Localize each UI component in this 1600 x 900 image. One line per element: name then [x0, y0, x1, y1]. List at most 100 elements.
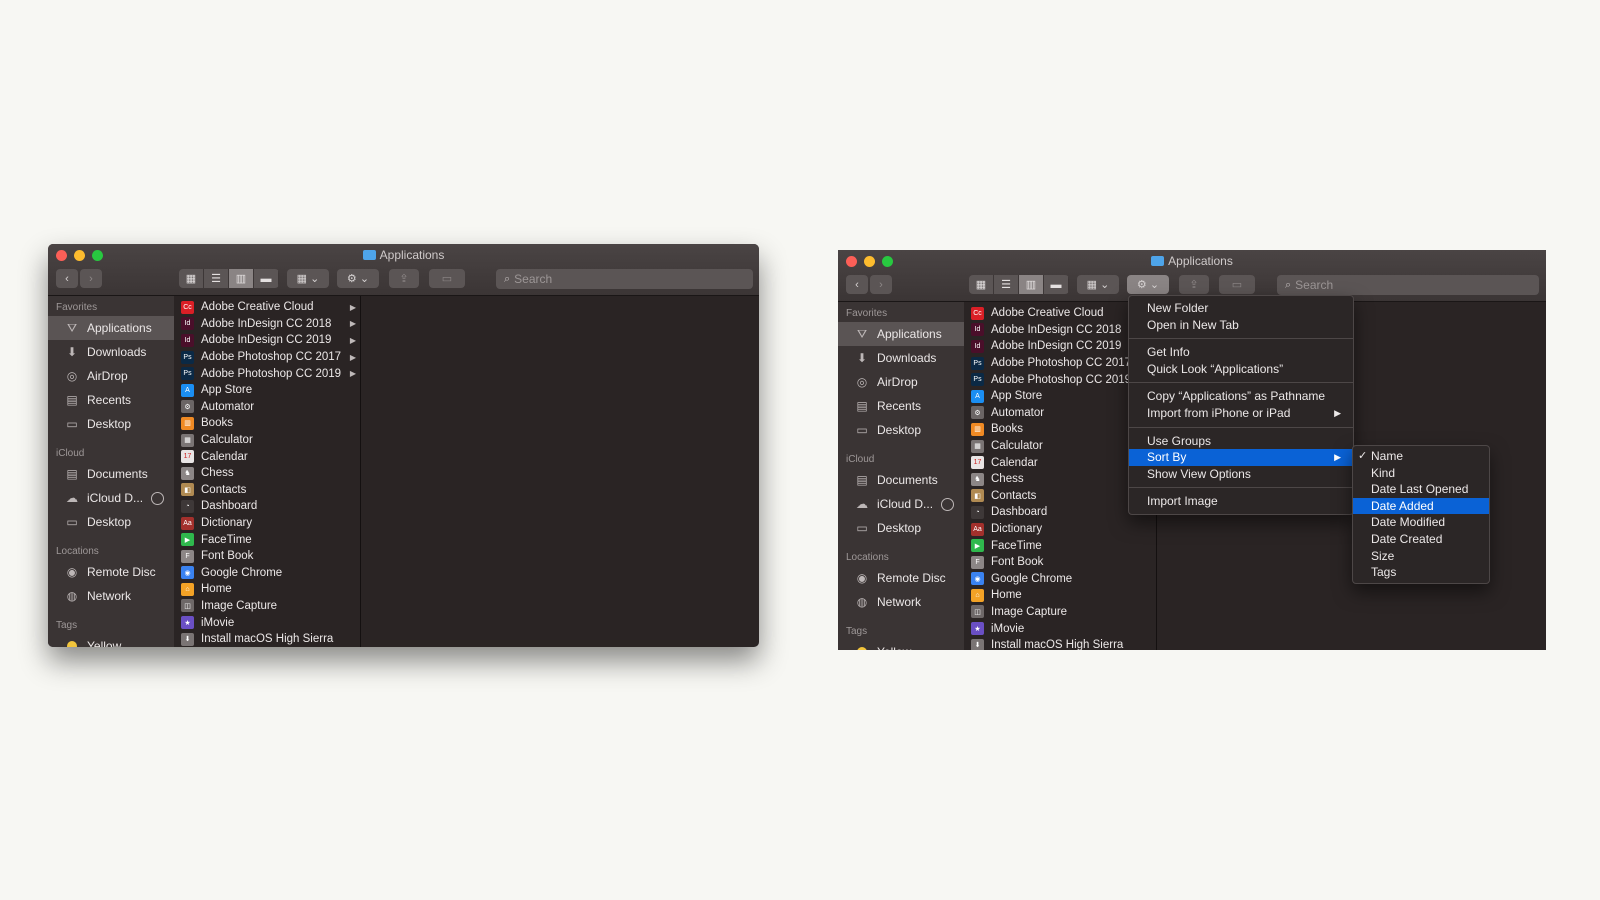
search-input[interactable]: ⌕ Search	[1277, 275, 1539, 295]
sidebar-item-icloud-d[interactable]: ☁ iCloud D...	[48, 486, 174, 510]
sort-option-kind[interactable]: Kind	[1353, 465, 1489, 482]
menu-item-new-folder[interactable]: New Folder	[1129, 300, 1353, 317]
sidebar-item-documents[interactable]: ▤ Documents	[48, 462, 174, 486]
menu-item-import-image[interactable]: Import Image	[1129, 493, 1353, 510]
sidebar-item-airdrop[interactable]: ◎ AirDrop	[48, 364, 174, 388]
file-row[interactable]: ◫ Image Capture	[175, 598, 360, 615]
file-row[interactable]: Cc Adobe Creative Cloud ▶	[175, 299, 360, 316]
file-row[interactable]: ▶ FaceTime	[965, 537, 1156, 554]
sidebar-item-icloud-d[interactable]: ☁ iCloud D...	[838, 492, 964, 516]
action-gear-button[interactable]: ⚙ ⌄	[1127, 275, 1169, 294]
sidebar-item-downloads[interactable]: ⬇ Downloads	[838, 346, 964, 370]
sidebar-item-desktop[interactable]: ▭ Desktop	[48, 510, 174, 534]
sort-option-tags[interactable]: Tags	[1353, 564, 1489, 581]
gallery-view-icon[interactable]: ▬	[254, 269, 279, 288]
share-button[interactable]: ⇪	[1179, 275, 1209, 294]
sidebar-item-recents[interactable]: ▤ Recents	[838, 394, 964, 418]
icon-view-icon[interactable]: ▦	[969, 275, 994, 294]
file-row[interactable]: A App Store	[175, 382, 360, 399]
sidebar-item-applications[interactable]: ⛛ Applications	[838, 322, 964, 346]
file-row[interactable]: ▦ Calculator	[175, 432, 360, 449]
file-row[interactable]: ◉ Google Chrome	[965, 571, 1156, 588]
menu-item-sort-by[interactable]: Sort By ▶	[1129, 449, 1353, 466]
file-row[interactable]: Aa Dictionary	[175, 515, 360, 532]
file-row[interactable]: ◔ Dashboard	[175, 498, 360, 515]
file-row[interactable]: ⌂ Home	[175, 581, 360, 598]
list-view-icon[interactable]: ☰	[204, 269, 229, 288]
file-name: Adobe InDesign CC 2019	[991, 340, 1122, 353]
menu-item-get-info[interactable]: Get Info	[1129, 344, 1353, 361]
file-row[interactable]: Aa Dictionary	[965, 521, 1156, 538]
menu-item-label: Import from iPhone or iPad	[1147, 405, 1291, 420]
file-row[interactable]: F Font Book	[965, 554, 1156, 571]
file-row[interactable]: ⬇ Install macOS High Sierra	[175, 631, 360, 647]
sidebar-item-documents[interactable]: ▤ Documents	[838, 468, 964, 492]
action-gear-button[interactable]: ⚙ ⌄	[337, 269, 379, 288]
menu-item-import-from-iphone-or-ipad[interactable]: Import from iPhone or iPad ▶	[1129, 405, 1353, 422]
disclosure-arrow-icon: ▶	[349, 369, 356, 379]
list-view-icon[interactable]: ☰	[994, 275, 1019, 294]
sort-option-name[interactable]: ✓ Name	[1353, 448, 1489, 465]
sidebar-item-yellow[interactable]: Yellow	[48, 634, 174, 647]
menu-item-use-groups[interactable]: Use Groups	[1129, 433, 1353, 450]
column-view-icon[interactable]: ▥	[1019, 275, 1044, 294]
gallery-view-icon[interactable]: ▬	[1044, 275, 1069, 294]
menu-item-quick-look-applications[interactable]: Quick Look “Applications”	[1129, 361, 1353, 378]
back-button[interactable]: ‹	[56, 269, 78, 288]
share-button[interactable]: ⇪	[389, 269, 419, 288]
sidebar-item-network[interactable]: ◍ Network	[838, 590, 964, 614]
file-row[interactable]: Ps Adobe Photoshop CC 2017 ▶	[175, 349, 360, 366]
sidebar-item-desktop[interactable]: ▭ Desktop	[48, 412, 174, 436]
sidebar-item-desktop[interactable]: ▭ Desktop	[838, 516, 964, 540]
view-mode-segment[interactable]: ▦ ☰ ▥ ▬	[179, 269, 279, 288]
file-row[interactable]: ★ iMovie	[175, 614, 360, 631]
sidebar-item-applications[interactable]: ⛛ Applications	[48, 316, 174, 340]
forward-button[interactable]: ›	[870, 275, 892, 294]
file-name: App Store	[991, 390, 1043, 403]
sort-option-size[interactable]: Size	[1353, 548, 1489, 565]
menu-item-open-in-new-tab[interactable]: Open in New Tab	[1129, 317, 1353, 334]
icon-view-icon[interactable]: ▦	[179, 269, 204, 288]
column-view-icon[interactable]: ▥	[229, 269, 254, 288]
sidebar-item-remote-disc[interactable]: ◉ Remote Disc	[838, 566, 964, 590]
search-input[interactable]: ⌕ Search	[496, 269, 753, 289]
file-row[interactable]: Id Adobe InDesign CC 2018 ▶	[175, 316, 360, 333]
sort-option-date-added[interactable]: Date Added	[1353, 497, 1489, 515]
forward-button[interactable]: ›	[80, 269, 102, 288]
menu-item-copy-applications-as-pathname[interactable]: Copy “Applications” as Pathname	[1129, 388, 1353, 405]
sidebar-item-yellow[interactable]: Yellow	[838, 640, 964, 650]
sort-option-date-modified[interactable]: Date Modified	[1353, 514, 1489, 531]
file-row[interactable]: ▶ FaceTime	[175, 531, 360, 548]
chrome-icon: ◉	[971, 572, 984, 586]
tag-button[interactable]: ▭	[1219, 275, 1255, 294]
sort-option-date-last-opened[interactable]: Date Last Opened	[1353, 481, 1489, 498]
file-row[interactable]: ◉ Google Chrome	[175, 565, 360, 582]
file-row[interactable]: ⚙ Automator	[175, 399, 360, 416]
tag-button[interactable]: ▭	[429, 269, 465, 288]
file-row[interactable]: ◧ Contacts	[175, 482, 360, 499]
sidebar-item-recents[interactable]: ▤ Recents	[48, 388, 174, 412]
file-row[interactable]: F Font Book	[175, 548, 360, 565]
sidebar-item-downloads[interactable]: ⬇ Downloads	[48, 340, 174, 364]
file-row[interactable]: ▥ Books	[175, 415, 360, 432]
icloud-icon: ☁	[856, 497, 868, 511]
back-button[interactable]: ‹	[846, 275, 868, 294]
file-row[interactable]: ⌂ Home	[965, 587, 1156, 604]
menu-item-label: Date Last Opened	[1371, 482, 1469, 497]
file-row[interactable]: Ps Adobe Photoshop CC 2019 ▶	[175, 365, 360, 382]
file-row[interactable]: 17 Calendar	[175, 448, 360, 465]
file-row[interactable]: ◫ Image Capture	[965, 604, 1156, 621]
sidebar-item-airdrop[interactable]: ◎ AirDrop	[838, 370, 964, 394]
sidebar-item-network[interactable]: ◍ Network	[48, 584, 174, 608]
group-by-button[interactable]: ▦ ⌄	[287, 269, 329, 288]
sort-option-date-created[interactable]: Date Created	[1353, 531, 1489, 548]
sidebar-item-desktop[interactable]: ▭ Desktop	[838, 418, 964, 442]
file-row[interactable]: ♞ Chess	[175, 465, 360, 482]
file-row[interactable]: Id Adobe InDesign CC 2019 ▶	[175, 332, 360, 349]
sidebar-item-remote-disc[interactable]: ◉ Remote Disc	[48, 560, 174, 584]
group-by-button[interactable]: ▦ ⌄	[1077, 275, 1119, 294]
file-row[interactable]: ★ iMovie	[965, 620, 1156, 637]
menu-item-show-view-options[interactable]: Show View Options	[1129, 466, 1353, 483]
file-row[interactable]: ⬇ Install macOS High Sierra	[965, 637, 1156, 650]
view-mode-segment[interactable]: ▦ ☰ ▥ ▬	[969, 275, 1069, 294]
